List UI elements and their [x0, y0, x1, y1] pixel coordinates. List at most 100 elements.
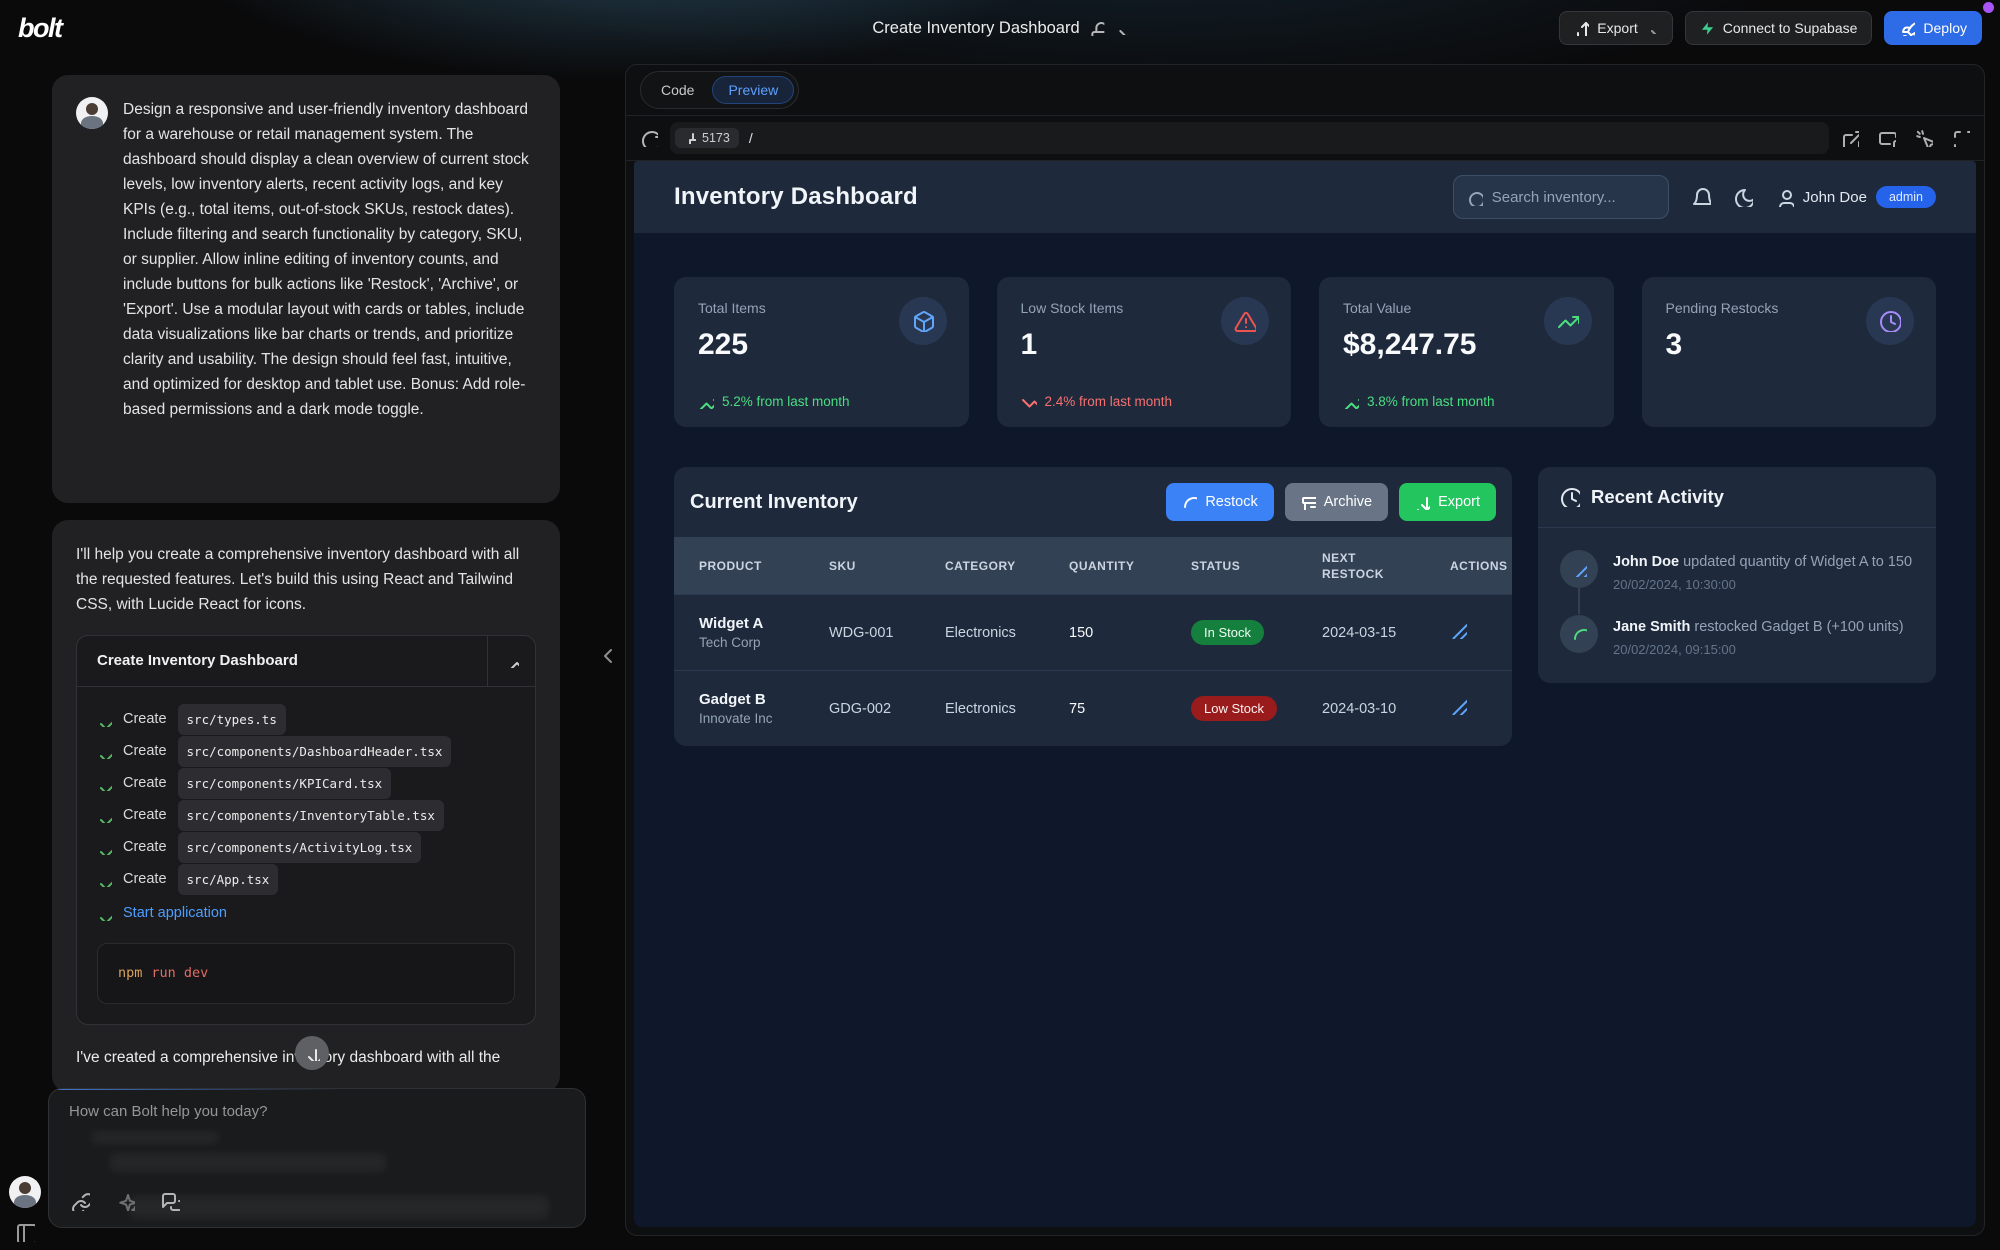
export-label: Export — [1597, 20, 1637, 36]
file-link[interactable]: src/components/DashboardHeader.tsx — [178, 736, 452, 767]
chevron-down-icon — [1115, 22, 1128, 35]
column-header: Status — [1191, 558, 1322, 574]
enhance-prompt-button[interactable] — [116, 1192, 135, 1211]
kpi-row: Total Items 225 5.2% from last month Low… — [674, 277, 1936, 427]
check-icon — [97, 872, 112, 887]
clock-icon — [1560, 487, 1580, 507]
user-avatar — [76, 97, 108, 129]
start-application-link[interactable]: Start application — [123, 901, 227, 926]
top-actions: Export Connect to Supabase Deploy — [1559, 11, 1982, 45]
file-link[interactable]: src/App.tsx — [178, 864, 279, 895]
port-number: 5173 — [702, 131, 730, 145]
file-link[interactable]: src/components/ActivityLog.tsx — [178, 832, 422, 863]
dashboard-header: Inventory Dashboard John Doe admin — [634, 161, 1976, 233]
fullscreen-button[interactable] — [1952, 129, 1970, 147]
port-pill[interactable]: 5173 — [675, 128, 739, 148]
inspector-button[interactable] — [1915, 129, 1933, 147]
account-avatar-button[interactable] — [9, 1176, 41, 1208]
artifact-step: Create src/App.tsx — [97, 863, 515, 895]
table-row: Gadget B Innovate Inc GDG-002 Electronic… — [674, 670, 1512, 746]
file-link[interactable]: src/components/KPICard.tsx — [178, 768, 392, 799]
deploy-button[interactable]: Deploy — [1884, 11, 1982, 45]
artifact-title: Create Inventory Dashboard — [77, 636, 487, 686]
link-icon — [71, 1192, 90, 1211]
check-icon — [97, 906, 112, 921]
open-external-button[interactable] — [1841, 129, 1859, 147]
check-icon — [97, 744, 112, 759]
artifact-collapse-button[interactable] — [487, 636, 535, 686]
step-action: Create — [123, 707, 167, 732]
export-csv-button[interactable]: Export — [1399, 483, 1496, 521]
activity-item: John Doe updated quantity of Widget A to… — [1560, 550, 1914, 592]
account-avatar — [9, 1176, 41, 1208]
lock-icon — [1090, 21, 1105, 36]
product-name: Widget A — [699, 615, 829, 632]
code-preview-toggle: Code Preview — [640, 71, 799, 109]
step-action: Create — [123, 867, 167, 892]
scroll-to-bottom-button[interactable] — [295, 1036, 329, 1070]
column-header: Next Restock — [1322, 550, 1412, 582]
file-link[interactable]: src/components/InventoryTable.tsx — [178, 800, 444, 831]
trending-up-icon — [1544, 297, 1592, 345]
kpi-card-low-stock: Low Stock Items 1 2.4% from last month — [997, 277, 1292, 427]
status-badge: In Stock — [1191, 620, 1264, 645]
dark-mode-toggle[interactable] — [1733, 187, 1753, 207]
column-header: SKU — [829, 558, 945, 574]
column-header: Category — [945, 558, 1069, 574]
artifact-body: Create src/types.ts Create src/component… — [77, 687, 535, 1024]
devices-icon — [1878, 129, 1896, 147]
external-link-icon — [1841, 129, 1859, 147]
product-name: Gadget B — [699, 691, 829, 708]
url-input[interactable]: 5173 / — [670, 122, 1829, 154]
restock-button[interactable]: Restock — [1166, 483, 1273, 521]
category-cell: Electronics — [945, 701, 1069, 717]
url-path: / — [749, 130, 753, 146]
connect-supabase-button[interactable]: Connect to Supabase — [1685, 11, 1873, 45]
download-icon — [1415, 495, 1430, 510]
arrow-down-icon — [304, 1045, 320, 1061]
reload-icon — [640, 129, 658, 147]
project-title-menu[interactable]: Create Inventory Dashboard — [872, 19, 1127, 38]
step-action: Create — [123, 739, 167, 764]
quantity-cell: 150 — [1069, 625, 1191, 641]
sku-cell: GDG-002 — [829, 701, 945, 717]
kpi-trend: 2.4% from last month — [1021, 393, 1173, 409]
sidebar-toggle-button[interactable] — [15, 1222, 35, 1242]
status-badge: Low Stock — [1191, 696, 1277, 721]
user-menu[interactable]: John Doe admin — [1775, 186, 1936, 208]
tab-preview[interactable]: Preview — [712, 76, 794, 104]
attach-link-button[interactable] — [71, 1192, 90, 1211]
kpi-trend: 3.8% from last month — [1343, 393, 1495, 409]
inventory-search[interactable] — [1453, 175, 1669, 219]
notifications-button[interactable] — [1691, 187, 1711, 207]
chat-mode-button[interactable] — [161, 1192, 180, 1211]
messages-icon — [161, 1192, 180, 1211]
inventory-search-input[interactable] — [1492, 189, 1656, 206]
dashboard-header-actions: John Doe admin — [1453, 175, 1936, 219]
assistant-intro-text: I'll help you create a comprehensive inv… — [76, 542, 536, 617]
edit-row-button[interactable] — [1450, 698, 1467, 715]
pointer-click-icon — [1915, 129, 1933, 147]
tab-code[interactable]: Code — [645, 76, 710, 104]
column-header: Actions — [1450, 558, 1512, 574]
export-button[interactable]: Export — [1559, 11, 1672, 45]
archive-button[interactable]: Archive — [1285, 483, 1388, 521]
artifact-header[interactable]: Create Inventory Dashboard — [77, 636, 535, 687]
user-message-bubble: Design a responsive and user-friendly in… — [52, 75, 560, 503]
pencil-icon — [1450, 698, 1467, 715]
dashboard-title: Inventory Dashboard — [674, 183, 918, 211]
column-header: Product — [699, 558, 829, 574]
top-bar: bolt Create Inventory Dashboard Export C… — [0, 0, 2000, 56]
inventory-table-header: Product SKU Category Quantity Status Nex… — [674, 537, 1512, 594]
collapse-chat-button[interactable] — [596, 644, 618, 666]
edit-row-button[interactable] — [1450, 622, 1467, 639]
bolt-logo: bolt — [18, 13, 61, 44]
device-preview-button[interactable] — [1878, 129, 1896, 147]
artifact-step: Create src/types.ts — [97, 703, 515, 735]
step-action: Create — [123, 835, 167, 860]
file-link[interactable]: src/types.ts — [178, 704, 286, 735]
kpi-card-total-value: Total Value $8,247.75 3.8% from last mon… — [1319, 277, 1614, 427]
reload-button[interactable] — [640, 129, 658, 147]
supabase-label: Connect to Supabase — [1723, 20, 1858, 36]
activity-list: John Doe updated quantity of Widget A to… — [1538, 528, 1936, 683]
